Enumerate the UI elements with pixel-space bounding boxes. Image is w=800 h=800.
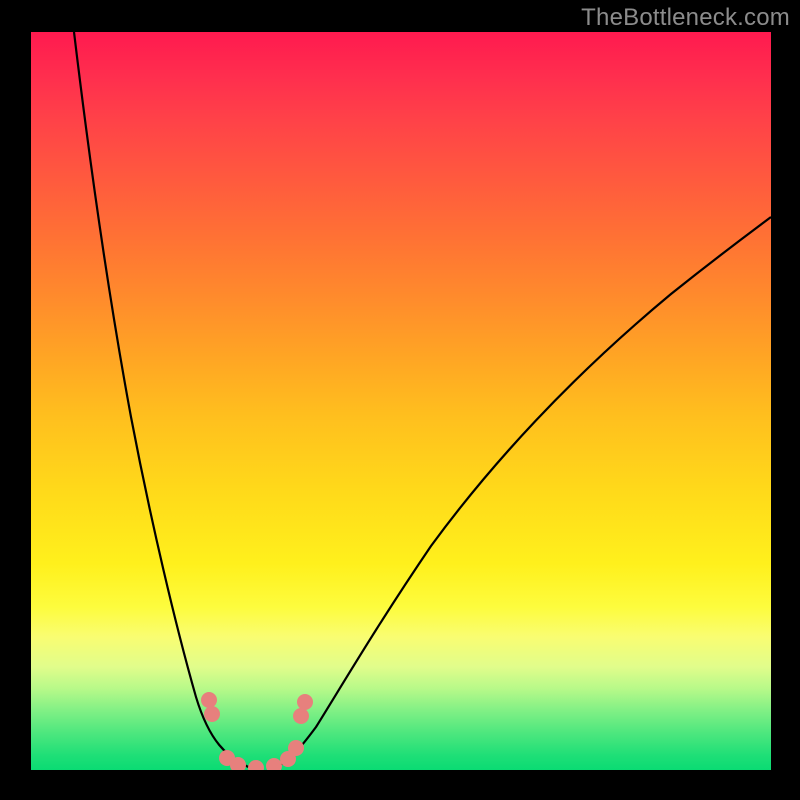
right-curve [271,217,771,769]
marker-dot [288,740,304,756]
marker-dot [293,708,309,724]
marker-dot [201,692,217,708]
curve-layer [31,32,771,770]
marker-dot [204,706,220,722]
watermark-text: TheBottleneck.com [581,4,790,32]
chart-frame: TheBottleneck.com [0,0,800,800]
marker-dot [297,694,313,710]
marker-dot [248,760,264,770]
marker-dot [266,758,282,770]
marker-group [201,692,313,770]
left-curve [74,32,253,769]
plot-area [31,32,771,770]
